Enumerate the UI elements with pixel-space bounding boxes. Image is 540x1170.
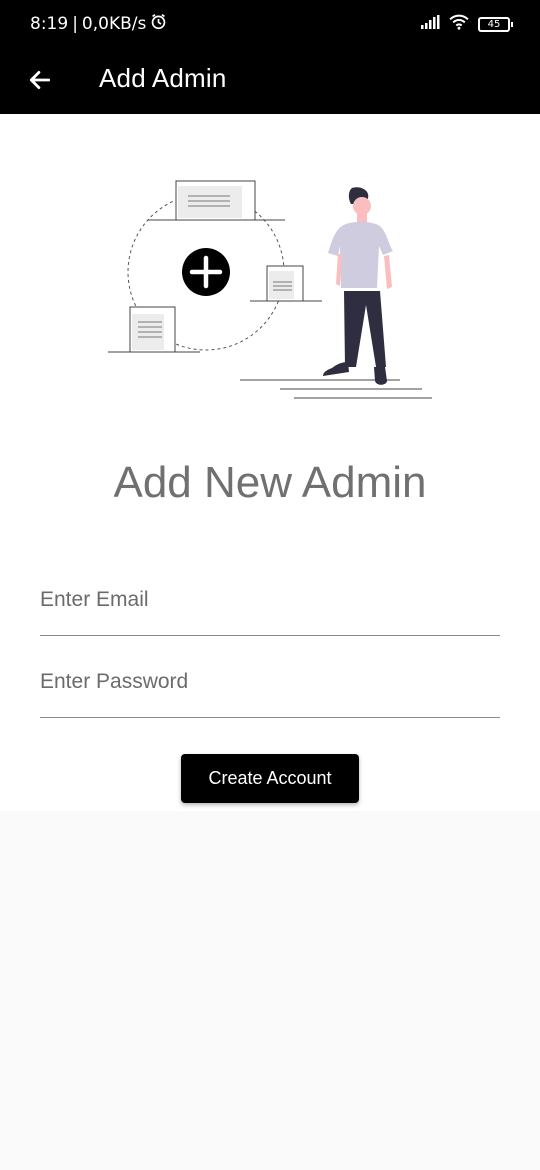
network-speed: 0,0KB/s (81, 14, 147, 34)
app-bar: Add Admin (0, 50, 540, 114)
password-input[interactable] (40, 662, 500, 702)
alarm-icon (150, 13, 167, 35)
form-heading: Add New Admin (113, 458, 427, 507)
create-account-button[interactable]: Create Account (181, 754, 359, 803)
status-time: 8:19 (30, 14, 69, 34)
back-button[interactable] (20, 60, 60, 100)
battery-level: 45 (487, 19, 501, 30)
signal-icon (420, 15, 440, 34)
page-title: Add Admin (99, 63, 227, 93)
email-input[interactable] (40, 580, 500, 620)
battery-icon: 45 (478, 17, 513, 32)
status-divider: | (72, 14, 78, 34)
wifi-icon (448, 14, 470, 35)
add-user-illustration (108, 180, 432, 399)
arrow-left-icon (29, 71, 51, 89)
email-field[interactable] (40, 566, 500, 636)
status-left: 8:19 | 0,0KB/s (30, 13, 167, 35)
form-container: Add New Admin Create Account (0, 114, 540, 811)
status-bar: 8:19 | 0,0KB/s 45 (0, 0, 540, 50)
password-field[interactable] (40, 648, 500, 718)
status-right: 45 (420, 14, 513, 35)
